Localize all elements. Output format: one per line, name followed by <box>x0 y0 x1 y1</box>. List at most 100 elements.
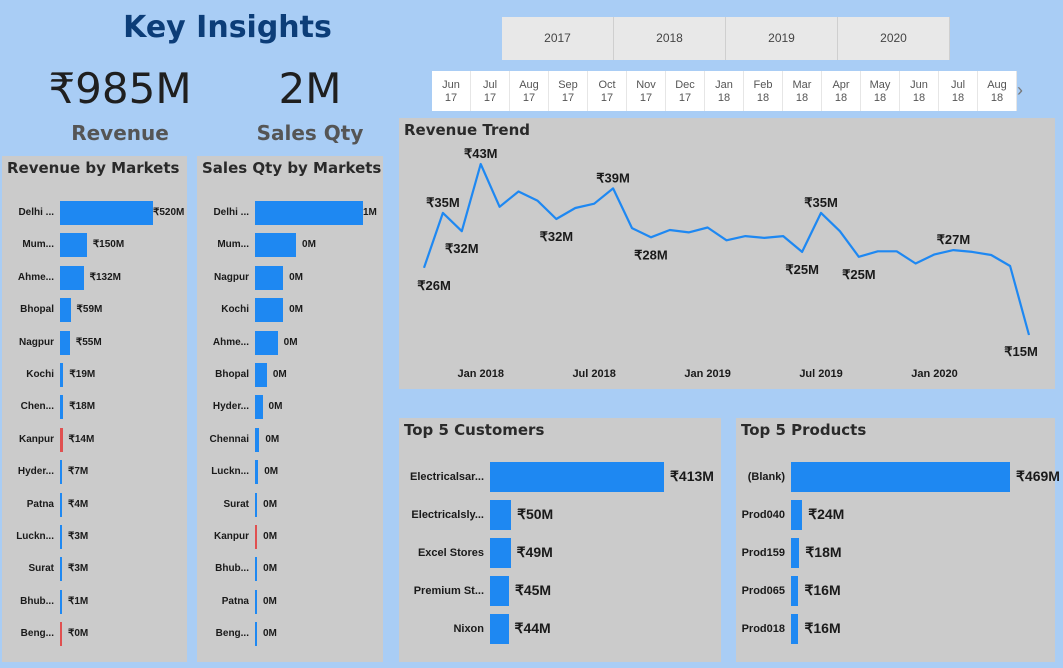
bar[interactable] <box>255 460 259 485</box>
bar[interactable] <box>490 538 511 568</box>
year-option-2019[interactable]: 2019 <box>726 17 838 60</box>
bar[interactable] <box>255 233 297 258</box>
month-option[interactable]: Aug 18 <box>978 71 1017 111</box>
bar-row[interactable]: Beng... ₹0M <box>2 620 187 648</box>
chevron-right-icon[interactable]: › <box>1017 80 1023 101</box>
month-option[interactable]: Sep 17 <box>549 71 588 111</box>
bar-row[interactable]: Electricalsly... ₹50M <box>399 500 721 530</box>
bar-row[interactable]: Luckn... 0M <box>197 458 383 486</box>
bar[interactable] <box>490 462 664 492</box>
bar-row[interactable]: (Blank) ₹469M <box>736 462 1060 492</box>
bar[interactable] <box>60 330 70 355</box>
bar[interactable] <box>60 557 62 582</box>
revenue-trend-line[interactable] <box>422 162 1031 336</box>
month-option[interactable]: Jan 18 <box>705 71 744 111</box>
bar-row[interactable]: Prod040 ₹24M <box>736 500 1055 530</box>
month-option[interactable]: Aug 17 <box>510 71 549 111</box>
bar-row[interactable]: Delhi ... ₹520M <box>2 199 187 227</box>
bar[interactable] <box>60 492 62 517</box>
bar[interactable] <box>791 462 1010 492</box>
month-option[interactable]: Feb 18 <box>744 71 783 111</box>
bar[interactable] <box>60 427 63 452</box>
bar[interactable] <box>255 492 258 517</box>
bar[interactable] <box>255 265 284 290</box>
bar[interactable] <box>60 265 84 290</box>
month-option-year: 18 <box>834 92 848 104</box>
bar-row[interactable]: Surat ₹3M <box>2 555 187 583</box>
bar-row[interactable]: Mum... ₹150M <box>2 231 187 259</box>
bar-row[interactable]: Kanpur 0M <box>197 523 383 551</box>
bar-row[interactable]: Bhopal ₹59M <box>2 296 187 324</box>
bar[interactable] <box>60 525 62 549</box>
bar[interactable] <box>255 201 363 225</box>
bar-row[interactable]: Hyder... ₹7M <box>2 458 187 486</box>
bar-row[interactable]: Mum... 0M <box>197 231 383 259</box>
bar-label: Chennai <box>209 433 249 445</box>
bar[interactable] <box>255 395 263 420</box>
bar-row[interactable]: Kanpur ₹14M <box>2 426 187 454</box>
bar[interactable] <box>791 576 799 606</box>
month-option[interactable]: Jun 17 <box>432 71 471 111</box>
bar[interactable] <box>255 557 258 582</box>
bar[interactable] <box>255 330 278 355</box>
bar-row[interactable]: Kochi ₹19M <box>2 361 187 389</box>
bar-row[interactable]: Ahme... ₹132M <box>2 264 187 292</box>
bar-row[interactable]: Premium St... ₹45M <box>399 576 721 606</box>
year-option-2018[interactable]: 2018 <box>614 17 726 60</box>
bar-row[interactable]: Excel Stores ₹49M <box>399 538 721 568</box>
bar[interactable] <box>60 622 62 647</box>
bar[interactable] <box>60 298 71 323</box>
bar[interactable] <box>60 363 64 387</box>
bar[interactable] <box>255 298 284 323</box>
month-option[interactable]: Jul 18 <box>939 71 978 111</box>
bar[interactable] <box>255 622 257 647</box>
month-option[interactable]: Apr 18 <box>822 71 861 111</box>
bar-row[interactable]: Delhi ... 1M <box>197 199 383 227</box>
bar[interactable] <box>490 576 509 606</box>
bar-row[interactable]: Electricalsar... ₹413M <box>399 462 721 492</box>
bar[interactable] <box>60 589 62 614</box>
month-option[interactable]: Dec 17 <box>666 71 705 111</box>
bar[interactable] <box>791 614 799 644</box>
bar[interactable] <box>490 500 512 530</box>
bar-row[interactable]: Patna 0M <box>197 588 383 616</box>
bar-row[interactable]: Prod018 ₹16M <box>736 614 1055 644</box>
bar[interactable] <box>255 525 258 549</box>
bar-row[interactable]: Bhub... 0M <box>197 555 383 583</box>
bar-row[interactable]: Patna ₹4M <box>2 491 187 519</box>
bar[interactable] <box>255 363 267 387</box>
bar-label: Luckn... <box>16 531 54 542</box>
bar[interactable] <box>60 395 64 420</box>
bar-row[interactable]: Bhub... ₹1M <box>2 588 187 616</box>
bar-row[interactable]: Prod159 ₹18M <box>736 538 1055 568</box>
bar[interactable] <box>791 538 800 568</box>
bar-row[interactable]: Kochi 0M <box>197 296 383 324</box>
bar[interactable] <box>255 427 260 452</box>
bar[interactable] <box>791 500 803 530</box>
bar[interactable] <box>255 589 257 614</box>
bar-row[interactable]: Nixon ₹44M <box>399 614 721 644</box>
bar-row[interactable]: Surat 0M <box>197 491 383 519</box>
bar[interactable] <box>60 201 153 225</box>
month-option[interactable]: Oct 17 <box>588 71 627 111</box>
bar-row[interactable]: Nagpur ₹55M <box>2 329 187 357</box>
bar-row[interactable]: Chennai 0M <box>197 426 383 454</box>
bar[interactable] <box>60 460 62 485</box>
year-option-2020[interactable]: 2020 <box>838 17 950 60</box>
bar-row[interactable]: Luckn... ₹3M <box>2 523 187 551</box>
month-option[interactable]: Jun 18 <box>900 71 939 111</box>
month-option[interactable]: May 18 <box>861 71 900 111</box>
year-option-2017[interactable]: 2017 <box>502 17 614 60</box>
month-option[interactable]: Jul 17 <box>471 71 510 111</box>
bar-row[interactable]: Bhopal 0M <box>197 361 383 389</box>
bar[interactable] <box>490 614 509 644</box>
bar-row[interactable]: Nagpur 0M <box>197 264 383 292</box>
bar-row[interactable]: Hyder... 0M <box>197 393 383 421</box>
bar-row[interactable]: Beng... 0M <box>197 620 383 648</box>
month-option[interactable]: Mar 18 <box>783 71 822 111</box>
bar-row[interactable]: Chen... ₹18M <box>2 393 187 421</box>
month-option[interactable]: Nov 17 <box>627 71 666 111</box>
bar-row[interactable]: Prod065 ₹16M <box>736 576 1055 606</box>
bar-row[interactable]: Ahme... 0M <box>197 329 383 357</box>
bar[interactable] <box>60 233 87 258</box>
